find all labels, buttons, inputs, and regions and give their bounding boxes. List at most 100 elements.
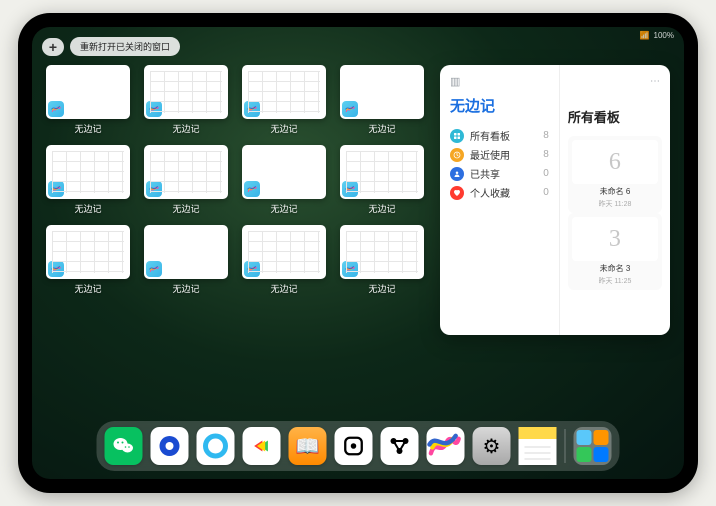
clock-icon	[450, 148, 464, 162]
dock-books-icon[interactable]: 📖	[289, 427, 327, 465]
status-bar: 📶 100%	[640, 31, 674, 40]
freeform-app-icon	[48, 101, 64, 117]
board-preview: 3	[572, 217, 658, 261]
battery-label: 100%	[654, 31, 674, 40]
dock-tencent-video-icon[interactable]	[151, 427, 189, 465]
popup-app-title: 无边记	[450, 95, 549, 116]
window-label: 无边记	[172, 282, 199, 295]
window-thumbnail[interactable]: 无边记	[340, 225, 424, 295]
window-label: 无边记	[270, 122, 297, 135]
content-area: 无边记无边记无边记无边记无边记无边记无边记无边记无边记无边记无边记无边记 ▥ 无…	[32, 65, 684, 417]
top-controls: + 重新打开已关闭的窗口	[42, 37, 180, 56]
window-thumbnail[interactable]: 无边记	[340, 145, 424, 215]
wifi-icon: 📶	[640, 31, 650, 40]
filter-heart[interactable]: 个人收藏 0	[450, 183, 549, 202]
dock-settings-icon[interactable]: ⚙︎	[473, 427, 511, 465]
freeform-app-icon	[342, 181, 358, 197]
filter-count: 0	[543, 168, 549, 179]
window-preview	[46, 225, 130, 279]
person-icon	[450, 167, 464, 181]
board-date: 昨天 11:25	[598, 276, 631, 286]
dock: 📖 ⚙︎	[97, 421, 620, 471]
freeform-app-icon	[48, 261, 64, 277]
window-preview	[144, 65, 228, 119]
freeform-app-icon	[146, 181, 162, 197]
dock-freeform-icon[interactable]	[427, 427, 465, 465]
dock-connect-icon[interactable]	[381, 427, 419, 465]
filter-label: 已共享	[470, 166, 537, 181]
window-label: 无边记	[270, 202, 297, 215]
filter-person[interactable]: 已共享 0	[450, 164, 549, 183]
freeform-app-icon	[146, 101, 162, 117]
window-preview	[46, 145, 130, 199]
popup-sidebar: ▥ 无边记 所有看板 8 最近使用 8 已共享 0 个人收藏 0	[440, 65, 559, 335]
window-preview	[46, 65, 130, 119]
window-label: 无边记	[172, 122, 199, 135]
window-preview	[242, 225, 326, 279]
window-thumbnail[interactable]: 无边记	[46, 65, 130, 135]
freeform-app-icon	[244, 101, 260, 117]
window-thumbnail[interactable]: 无边记	[46, 145, 130, 215]
filter-grid[interactable]: 所有看板 8	[450, 126, 549, 145]
board-name: 未命名 3	[600, 263, 631, 274]
window-grid: 无边记无边记无边记无边记无边记无边记无边记无边记无边记无边记无边记无边记	[46, 65, 424, 417]
window-label: 无边记	[74, 122, 101, 135]
window-preview	[144, 145, 228, 199]
more-icon[interactable]: ⋯	[650, 76, 662, 87]
dock-play-icon[interactable]	[243, 427, 281, 465]
window-label: 无边记	[368, 202, 395, 215]
dock-qq-browser-icon[interactable]	[197, 427, 235, 465]
window-thumbnail[interactable]: 无边记	[144, 145, 228, 215]
window-thumbnail[interactable]: 无边记	[144, 225, 228, 295]
dock-wechat-icon[interactable]	[105, 427, 143, 465]
freeform-app-icon	[48, 181, 64, 197]
window-label: 无边记	[270, 282, 297, 295]
dock-separator	[565, 429, 566, 463]
freeform-popup: ▥ 无边记 所有看板 8 最近使用 8 已共享 0 个人收藏 0 ⋯ 所有看板 6 未命名 6 昨…	[440, 65, 670, 335]
filter-count: 0	[543, 187, 549, 198]
filter-clock[interactable]: 最近使用 8	[450, 145, 549, 164]
window-label: 无边记	[172, 202, 199, 215]
window-preview	[340, 65, 424, 119]
freeform-app-icon	[342, 261, 358, 277]
popup-board-pane: ⋯ 所有看板 6 未命名 6 昨天 11:28 3 未命名 3 昨天 11:25	[559, 65, 670, 335]
window-label: 无边记	[74, 282, 101, 295]
window-preview	[242, 145, 326, 199]
filter-label: 个人收藏	[470, 185, 537, 200]
screen: 📶 100% + 重新打开已关闭的窗口 无边记无边记无边记无边记无边记无边记无边…	[32, 27, 684, 479]
filter-count: 8	[543, 149, 549, 160]
filter-label: 最近使用	[470, 147, 537, 162]
window-thumbnail[interactable]: 无边记	[242, 145, 326, 215]
freeform-app-icon	[244, 181, 260, 197]
window-thumbnail[interactable]: 无边记	[242, 65, 326, 135]
dock-recents-folder[interactable]	[574, 427, 612, 465]
window-label: 无边记	[74, 202, 101, 215]
sidebar-toggle-icon[interactable]: ▥	[450, 75, 460, 88]
dock-notes-icon[interactable]	[519, 427, 557, 465]
freeform-app-icon	[146, 261, 162, 277]
freeform-app-icon	[342, 101, 358, 117]
ipad-frame: 📶 100% + 重新打开已关闭的窗口 无边记无边记无边记无边记无边记无边记无边…	[18, 13, 698, 493]
window-thumbnail[interactable]: 无边记	[144, 65, 228, 135]
grid-icon	[450, 129, 464, 143]
filter-label: 所有看板	[470, 128, 537, 143]
window-label: 无边记	[368, 282, 395, 295]
freeform-app-icon	[244, 261, 260, 277]
board-name: 未命名 6	[600, 186, 631, 197]
filter-count: 8	[543, 130, 549, 141]
plus-button[interactable]: +	[42, 38, 64, 56]
board-date: 昨天 11:28	[598, 199, 631, 209]
window-preview	[340, 145, 424, 199]
popup-board-title: 所有看板	[568, 107, 662, 126]
board-preview: 6	[572, 140, 658, 184]
reopen-closed-window-button[interactable]: 重新打开已关闭的窗口	[70, 37, 180, 56]
board-card[interactable]: 6 未命名 6 昨天 11:28	[568, 136, 662, 213]
board-card[interactable]: 3 未命名 3 昨天 11:25	[568, 213, 662, 290]
window-thumbnail[interactable]: 无边记	[340, 65, 424, 135]
window-thumbnail[interactable]: 无边记	[46, 225, 130, 295]
window-label: 无边记	[368, 122, 395, 135]
dock-dice-icon[interactable]	[335, 427, 373, 465]
window-thumbnail[interactable]: 无边记	[242, 225, 326, 295]
window-preview	[242, 65, 326, 119]
heart-icon	[450, 186, 464, 200]
